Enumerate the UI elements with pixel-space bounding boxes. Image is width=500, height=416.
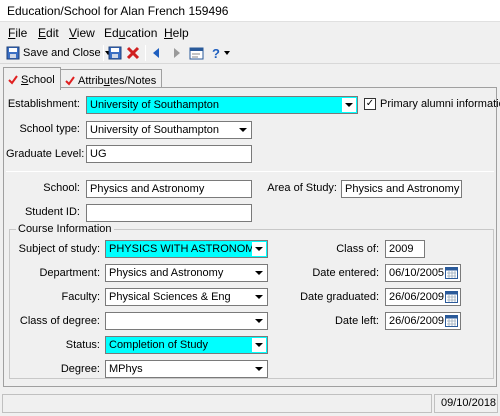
tab-strip: School Attributes/Notes (0, 66, 500, 90)
chevron-down-icon[interactable] (252, 266, 266, 280)
status-pane-main (2, 394, 432, 413)
tab-school-label: School (21, 74, 55, 86)
delete-x-icon (126, 46, 140, 60)
date-left-field[interactable]: 26/06/2009 (385, 312, 461, 330)
establishment-label: Establishment: (7, 98, 80, 110)
degree-label: Degree: (60, 363, 100, 375)
department-label: Department: (39, 267, 100, 279)
chevron-down-icon[interactable] (342, 98, 356, 112)
school-label: School: (43, 182, 80, 194)
chevron-down-icon[interactable] (252, 290, 266, 304)
help-button[interactable]: ? (212, 44, 231, 62)
next-record-button[interactable] (172, 44, 182, 62)
primary-alumni-checkbox[interactable]: ✓ (364, 98, 376, 110)
chevron-down-icon[interactable] (252, 314, 266, 328)
class-of-label: Class of: (336, 243, 379, 255)
menu-file[interactable]: File (8, 26, 27, 40)
menu-view[interactable]: View (69, 26, 95, 40)
graduate-level-label: Graduate Level: (6, 148, 85, 160)
date-graduated-field[interactable]: 26/06/2009 (385, 288, 461, 306)
title-bar: Education/School for Alan French 159496 (0, 0, 500, 22)
course-information-title: Course Information (16, 223, 114, 235)
arrow-left-icon (153, 48, 159, 58)
save-icon (6, 46, 20, 60)
school-field[interactable]: Physics and Astronomy (86, 180, 252, 198)
menu-help[interactable]: Help (164, 26, 189, 40)
menu-edit[interactable]: Edit (38, 26, 59, 40)
department-select[interactable]: Physics and Astronomy (105, 264, 268, 282)
section-divider (6, 171, 494, 172)
menu-bar: File Edit View Education Help (0, 23, 500, 42)
status-date: 09/10/2018 (434, 394, 498, 413)
chevron-down-icon[interactable] (252, 338, 266, 352)
check-icon (8, 75, 18, 85)
save-button[interactable] (108, 44, 122, 62)
date-left-label: Date left: (334, 315, 379, 327)
establishment-select[interactable]: University of Southampton (86, 96, 358, 114)
calendar-icon[interactable] (444, 290, 459, 304)
school-type-select[interactable]: University of Southampton (86, 121, 252, 139)
check-icon (65, 75, 75, 86)
class-of-degree-label: Class of degree: (19, 315, 100, 327)
toolbar-separator (103, 45, 104, 61)
calendar-icon[interactable] (444, 314, 459, 328)
menu-education[interactable]: Education (104, 26, 157, 40)
school-type-label: School type: (19, 123, 80, 135)
primary-alumni-label: Primary alumni information (380, 98, 500, 110)
date-graduated-label: Date graduated: (300, 291, 379, 303)
delete-button[interactable] (126, 44, 140, 62)
chevron-down-icon[interactable] (252, 362, 266, 376)
tab-attributes-notes[interactable]: Attributes/Notes (60, 69, 163, 89)
area-of-study-field[interactable]: Physics and Astronomy (341, 180, 462, 198)
class-of-field[interactable]: 2009 (385, 240, 425, 258)
tab-attributes-label: Attributes/Notes (78, 74, 157, 87)
save-and-close-button[interactable]: Save and Close (6, 44, 112, 62)
subject-of-study-label: Subject of study: (18, 243, 100, 255)
help-icon: ? (212, 45, 220, 61)
toolbar-separator (145, 45, 146, 61)
tab-school[interactable]: School (3, 67, 61, 90)
toolbar: Save and Close ? (0, 42, 500, 64)
date-entered-label: Date entered: (312, 267, 379, 279)
save-icon (108, 46, 122, 60)
properties-button[interactable] (189, 44, 204, 62)
calendar-icon[interactable] (444, 266, 459, 280)
faculty-select[interactable]: Physical Sciences & Eng (105, 288, 268, 306)
arrow-right-icon (174, 48, 180, 58)
class-of-degree-select[interactable] (105, 312, 268, 330)
status-bar: 09/10/2018 (0, 392, 500, 416)
chevron-down-icon[interactable] (252, 242, 266, 256)
degree-select[interactable]: MPhys (105, 360, 268, 378)
subject-of-study-select[interactable]: PHYSICS WITH ASTRONOMY (105, 240, 268, 258)
faculty-label: Faculty: (61, 291, 100, 303)
previous-record-button[interactable] (151, 44, 161, 62)
status-select[interactable]: Completion of Study (105, 336, 268, 354)
window-title: Education/School for Alan French 159496 (7, 4, 229, 18)
area-of-study-label: Area of Study: (267, 182, 337, 194)
chevron-down-icon[interactable] (236, 123, 250, 137)
dropdown-arrow-icon (223, 51, 230, 55)
student-id-field[interactable] (86, 204, 252, 222)
graduate-level-field[interactable]: UG (86, 145, 252, 163)
properties-icon (189, 47, 204, 60)
date-entered-field[interactable]: 06/10/2005 (385, 264, 461, 282)
status-label: Status: (65, 339, 100, 351)
student-id-label: Student ID: (24, 206, 80, 218)
